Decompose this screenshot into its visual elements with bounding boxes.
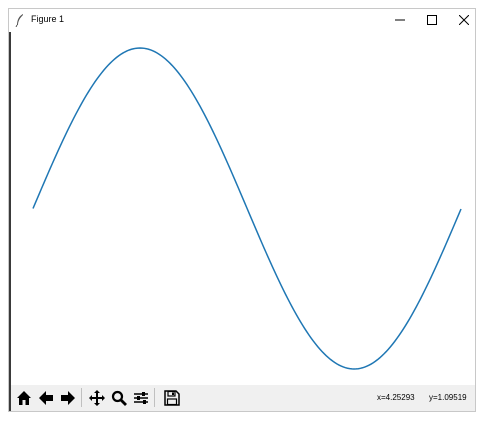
maximize-button[interactable] [415, 9, 449, 31]
zoom-button[interactable] [108, 387, 129, 408]
close-icon [459, 15, 469, 25]
toolbar-separator [154, 388, 155, 407]
toolbar-separator [81, 388, 82, 407]
forward-icon [60, 390, 75, 405]
feather-icon [15, 14, 23, 27]
back-icon [38, 390, 53, 405]
maximize-icon [427, 15, 437, 25]
pan-button[interactable] [86, 387, 107, 408]
close-button[interactable] [447, 9, 481, 31]
back-button[interactable] [35, 387, 56, 408]
navigation-toolbar: x=4.25293 y=1.09519 [9, 385, 475, 411]
title-bar[interactable]: Figure 1 [9, 9, 475, 31]
plot-canvas[interactable] [9, 32, 475, 385]
configure-subplots-icon [133, 391, 148, 404]
save-button[interactable] [161, 387, 182, 408]
save-icon [163, 389, 180, 406]
zoom-icon [111, 390, 127, 406]
home-button[interactable] [13, 387, 34, 408]
x-coordinate-readout: x=4.25293 [377, 393, 415, 402]
sine-chart [32, 47, 462, 370]
minimize-icon [395, 19, 405, 21]
window-title: Figure 1 [31, 14, 65, 24]
configure-subplots-button[interactable] [130, 387, 151, 408]
figure-window: Figure 1 x=4.25293 y=1.09519 [8, 8, 476, 412]
home-icon [16, 390, 31, 405]
pan-icon [88, 389, 105, 406]
series-line-sine [32, 47, 462, 370]
y-coordinate-readout: y=1.09519 [429, 393, 467, 402]
forward-button[interactable] [57, 387, 78, 408]
minimize-button[interactable] [383, 9, 417, 31]
